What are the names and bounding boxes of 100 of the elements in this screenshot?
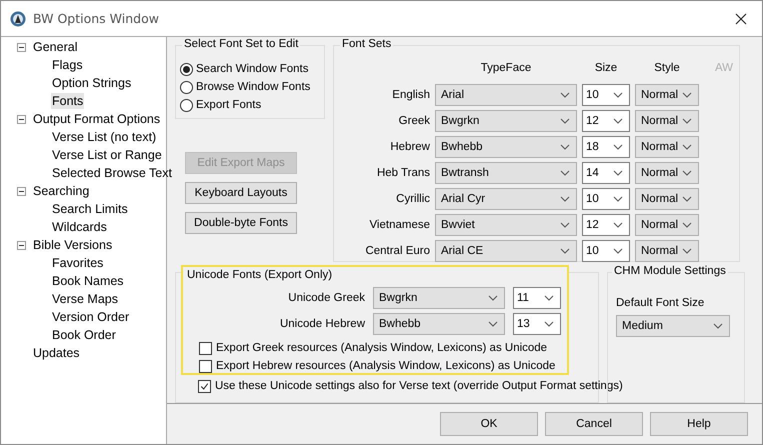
dialog-button[interactable]: Help: [650, 412, 748, 436]
tree-item[interactable]: Selected Browse Text: [51, 165, 173, 181]
chevron-down-icon: [544, 295, 554, 301]
chevron-down-icon: [613, 92, 623, 98]
typeface-dropdown[interactable]: Arial CE: [435, 240, 577, 262]
tree-item[interactable]: Searching: [32, 183, 90, 199]
tree-item[interactable]: Option Strings: [51, 75, 132, 91]
size-dropdown[interactable]: 18: [582, 136, 630, 158]
tree-item[interactable]: Output Format Options: [32, 111, 162, 127]
chevron-down-icon: [488, 321, 498, 327]
style-dropdown[interactable]: Normal: [635, 188, 699, 210]
radio-option[interactable]: Export Fonts: [180, 96, 324, 114]
style-dropdown[interactable]: Normal: [635, 84, 699, 106]
size-dropdown[interactable]: 14: [582, 162, 630, 184]
chevron-down-icon: [560, 196, 570, 202]
checkmark-icon: [200, 382, 209, 390]
tree-item[interactable]: Verse Maps: [51, 291, 120, 307]
size-dropdown[interactable]: 10: [582, 84, 630, 106]
typeface-dropdown[interactable]: Arial Cyr: [435, 188, 577, 210]
tree-item[interactable]: Bible Versions: [32, 237, 114, 253]
checkbox-option[interactable]: Use these Unicode settings also for Verse text (override Output Format settings): [198, 377, 623, 395]
typeface-dropdown[interactable]: Bwhebb: [373, 313, 505, 335]
tree-item[interactable]: Wildcards: [51, 219, 108, 235]
field-label: Default Font Size: [616, 297, 706, 309]
collapse-icon[interactable]: [17, 42, 26, 52]
chevron-down-icon: [560, 118, 570, 124]
chevron-down-icon: [613, 144, 623, 150]
column-header: TypeFace: [480, 62, 532, 76]
tree-item[interactable]: General: [32, 39, 78, 55]
row-label: Hebrew: [389, 141, 430, 153]
chevron-down-icon: [682, 222, 692, 228]
collapse-icon[interactable]: [17, 186, 26, 196]
window-title: BW Options Window: [33, 11, 160, 26]
size-dropdown[interactable]: 10: [582, 240, 630, 262]
style-dropdown[interactable]: Normal: [635, 214, 699, 236]
dialog-button[interactable]: OK: [440, 412, 538, 436]
group-title: Font Sets: [340, 38, 394, 50]
action-button[interactable]: Keyboard Layouts: [185, 182, 297, 204]
chevron-down-icon: [613, 248, 623, 254]
close-icon[interactable]: [735, 12, 747, 24]
radio-option[interactable]: Browse Window Fonts: [180, 78, 324, 96]
tree-item[interactable]: Updates: [32, 345, 81, 361]
tree-item[interactable]: Book Names: [51, 273, 125, 289]
row-label: English: [391, 89, 430, 101]
typeface-dropdown[interactable]: Bwviet: [435, 214, 577, 236]
row-label: Cyrillic: [395, 193, 430, 205]
chevron-down-icon: [560, 144, 570, 150]
column-header: Size: [594, 62, 618, 76]
tree-item[interactable]: Book Order: [51, 327, 117, 343]
app-icon: [10, 10, 26, 26]
row-label: Vietnamese: [368, 219, 430, 231]
typeface-dropdown[interactable]: Bwgrkn: [373, 287, 505, 309]
style-dropdown[interactable]: Normal: [635, 162, 699, 184]
tree-item[interactable]: Flags: [51, 57, 84, 73]
group-title: Unicode Fonts (Export Only): [187, 269, 334, 283]
chevron-down-icon: [613, 170, 623, 176]
radio-option[interactable]: Search Window Fonts: [180, 60, 324, 78]
chevron-down-icon: [613, 118, 623, 124]
chevron-down-icon: [560, 222, 570, 228]
chevron-down-icon: [713, 323, 723, 329]
typeface-dropdown[interactable]: Bwgrkn: [435, 110, 577, 132]
style-dropdown[interactable]: Normal: [635, 136, 699, 158]
tree-item[interactable]: Fonts: [51, 93, 84, 109]
column-header: AW: [714, 62, 734, 76]
chevron-down-icon: [544, 321, 554, 327]
collapse-icon[interactable]: [17, 240, 26, 250]
column-header: Style: [653, 62, 681, 76]
chevron-down-icon: [682, 144, 692, 150]
chevron-down-icon: [613, 222, 623, 228]
chevron-down-icon: [682, 92, 692, 98]
row-label: Greek: [398, 115, 430, 127]
chevron-down-icon: [560, 170, 570, 176]
chevron-down-icon: [682, 248, 692, 254]
checkbox-option[interactable]: Export Greek resources (Analysis Window, Lexicons) as Unicode: [199, 339, 567, 357]
font-size-dropdown[interactable]: Medium: [616, 315, 730, 337]
tree-item[interactable]: Verse List or Range: [51, 147, 163, 163]
typeface-dropdown[interactable]: Bwtransh: [435, 162, 577, 184]
typeface-dropdown[interactable]: Arial: [435, 84, 577, 106]
chevron-down-icon: [488, 295, 498, 301]
tree-item[interactable]: Verse List (no text): [51, 129, 158, 145]
size-dropdown[interactable]: 12: [582, 214, 630, 236]
chevron-down-icon: [613, 196, 623, 202]
size-dropdown[interactable]: 12: [582, 110, 630, 132]
group-title: Select Font Set to Edit: [182, 38, 300, 50]
tree-item[interactable]: Favorites: [51, 255, 104, 271]
style-dropdown[interactable]: Normal: [635, 240, 699, 262]
tree-item[interactable]: Version Order: [51, 309, 130, 325]
collapse-icon[interactable]: [17, 114, 26, 124]
size-dropdown[interactable]: 10: [582, 188, 630, 210]
action-button[interactable]: Double-byte Fonts: [185, 212, 297, 234]
chevron-down-icon: [682, 196, 692, 202]
typeface-dropdown[interactable]: Bwhebb: [435, 136, 577, 158]
size-dropdown[interactable]: 13: [513, 313, 561, 335]
checkbox-option[interactable]: Export Hebrew resources (Analysis Window, Lexicons) as Unicode: [199, 357, 567, 375]
tree-item[interactable]: Search Limits: [51, 201, 129, 217]
size-dropdown[interactable]: 11: [513, 287, 561, 309]
chevron-down-icon: [560, 92, 570, 98]
dialog-button[interactable]: Cancel: [545, 412, 643, 436]
chevron-down-icon: [682, 170, 692, 176]
style-dropdown[interactable]: Normal: [635, 110, 699, 132]
